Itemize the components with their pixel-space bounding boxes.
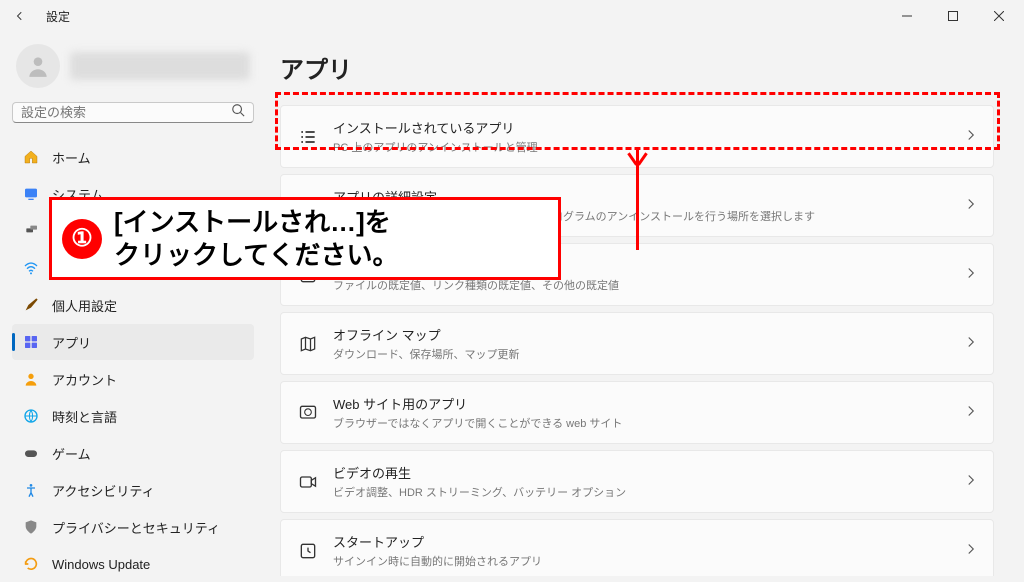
sidebar-item-time-language[interactable]: 時刻と言語: [12, 398, 254, 434]
title-bar: 設定: [0, 0, 1024, 32]
sidebar-item-gaming[interactable]: ゲーム: [12, 435, 254, 471]
chevron-right-icon: [965, 473, 977, 491]
card-list: インストールされているアプリ PC 上のアプリのアンインストールと管理 アプリの…: [280, 105, 994, 576]
video-icon: [297, 471, 319, 493]
sidebar-item-personalization[interactable]: 個人用設定: [12, 287, 254, 323]
card-offline-maps[interactable]: オフライン マップ ダウンロード、保存場所、マップ更新: [280, 312, 994, 375]
sidebar-item-label: アカウント: [52, 370, 117, 389]
sidebar-item-label: 個人用設定: [52, 296, 117, 315]
chevron-right-icon: [965, 128, 977, 146]
card-desc: PC 上のアプリのアンインストールと管理: [333, 139, 951, 155]
card-title: オフライン マップ: [333, 325, 951, 344]
chevron-right-icon: [965, 542, 977, 560]
sidebar-item-windows-update[interactable]: Windows Update: [12, 546, 254, 582]
bluetooth-icon: [22, 222, 40, 240]
maximize-icon: [948, 11, 958, 21]
brush-icon: [22, 296, 40, 314]
annotation-step-number: ①: [62, 219, 102, 259]
card-desc: ダウンロード、保存場所、マップ更新: [333, 346, 951, 362]
website-app-icon: [297, 402, 319, 424]
search-box[interactable]: [12, 102, 254, 123]
sidebar: ホーム システム Bluetooth とデバイス ネットワークとインターネット …: [0, 32, 262, 576]
sidebar-item-label: ゲーム: [52, 444, 91, 463]
sidebar-item-home[interactable]: ホーム: [12, 139, 254, 175]
card-title: Web サイト用のアプリ: [333, 394, 951, 413]
arrow-left-icon: [15, 11, 25, 21]
minimize-button[interactable]: [884, 0, 930, 32]
sidebar-item-label: Windows Update: [52, 557, 150, 572]
card-title: インストールされているアプリ: [333, 118, 951, 137]
sidebar-item-apps[interactable]: アプリ: [12, 324, 254, 360]
window-controls: [884, 0, 1022, 32]
gamepad-icon: [22, 444, 40, 462]
system-icon: [22, 185, 40, 203]
card-desc: サインイン時に自動的に開始されるアプリ: [333, 553, 951, 569]
sidebar-item-label: アプリ: [52, 333, 91, 352]
card-title: スタートアップ: [333, 532, 951, 551]
close-icon: [994, 11, 1004, 21]
sidebar-item-label: プライバシーとセキュリティ: [52, 518, 220, 537]
chevron-right-icon: [965, 197, 977, 215]
chevron-right-icon: [965, 404, 977, 422]
card-installed-apps[interactable]: インストールされているアプリ PC 上のアプリのアンインストールと管理: [280, 105, 994, 168]
update-icon: [22, 555, 40, 573]
wifi-icon: [22, 259, 40, 277]
page-title: アプリ: [280, 50, 994, 85]
search-input[interactable]: [21, 105, 231, 120]
sidebar-item-accounts[interactable]: アカウント: [12, 361, 254, 397]
user-icon: [25, 53, 51, 79]
shield-icon: [22, 518, 40, 536]
card-apps-for-websites[interactable]: Web サイト用のアプリ ブラウザーではなくアプリで開くことができる web サ…: [280, 381, 994, 444]
search-icon: [231, 103, 245, 122]
sidebar-item-label: 時刻と言語: [52, 407, 117, 426]
minimize-icon: [902, 11, 912, 21]
startup-icon: [297, 540, 319, 562]
annotation-callout: ① [インストールされ…]を クリックしてください。: [49, 197, 561, 280]
map-icon: [297, 333, 319, 355]
chevron-right-icon: [965, 335, 977, 353]
avatar: [16, 44, 60, 88]
window-title: 設定: [46, 8, 70, 25]
maximize-button[interactable]: [930, 0, 976, 32]
list-icon: [297, 126, 319, 148]
sidebar-item-accessibility[interactable]: アクセシビリティ: [12, 472, 254, 508]
apps-icon: [22, 333, 40, 351]
sidebar-item-label: ホーム: [52, 148, 91, 167]
accessibility-icon: [22, 481, 40, 499]
globe-icon: [22, 407, 40, 425]
account-icon: [22, 370, 40, 388]
close-button[interactable]: [976, 0, 1022, 32]
chevron-right-icon: [965, 266, 977, 284]
card-startup[interactable]: スタートアップ サインイン時に自動的に開始されるアプリ: [280, 519, 994, 576]
user-name-blur: [70, 52, 250, 80]
main-panel: アプリ インストールされているアプリ PC 上のアプリのアンインストールと管理 …: [262, 32, 1024, 576]
card-title: ビデオの再生: [333, 463, 951, 482]
annotation-text: [インストールされ…]を クリックしてください。: [114, 206, 398, 271]
sidebar-item-privacy[interactable]: プライバシーとセキュリティ: [12, 509, 254, 545]
card-desc: ブラウザーではなくアプリで開くことができる web サイト: [333, 415, 951, 431]
back-button[interactable]: [2, 0, 38, 32]
card-desc: ビデオ調整、HDR ストリーミング、バッテリー オプション: [333, 484, 951, 500]
sidebar-item-label: アクセシビリティ: [52, 481, 155, 500]
user-info[interactable]: [12, 38, 254, 98]
home-icon: [22, 148, 40, 166]
card-video-playback[interactable]: ビデオの再生 ビデオ調整、HDR ストリーミング、バッテリー オプション: [280, 450, 994, 513]
